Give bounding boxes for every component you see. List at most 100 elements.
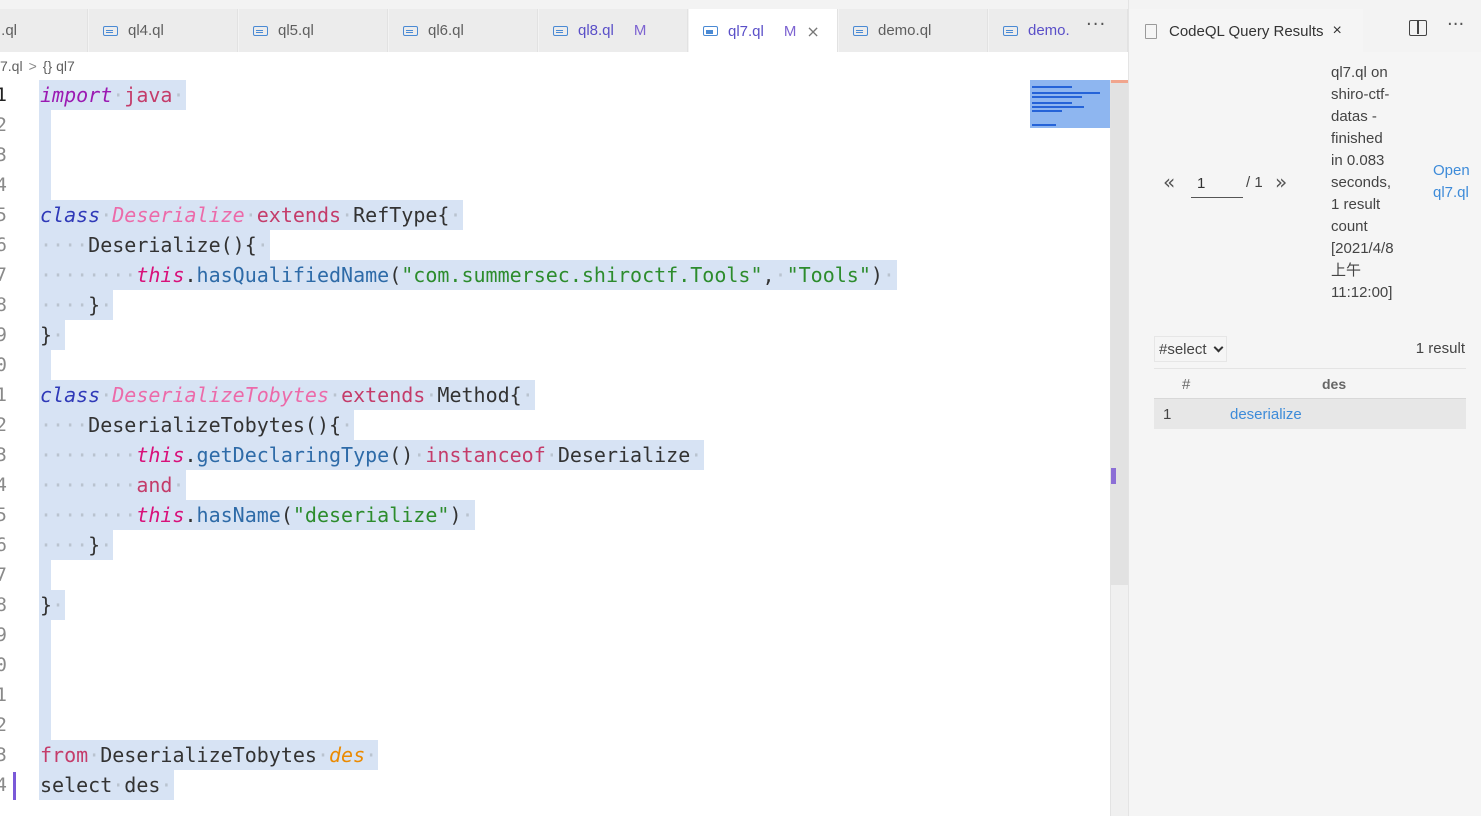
code-token: hasQualifiedName: [196, 263, 390, 287]
code-line[interactable]: 7: [0, 560, 1110, 590]
code-line[interactable]: 1: [0, 680, 1110, 710]
next-page-button[interactable]: »: [1275, 170, 1287, 194]
code-line[interactable]: 8 ····}·: [0, 290, 1110, 320]
editor-tab[interactable]: ql6.ql: [389, 9, 538, 52]
code-text: ····DeserializeTobytes(){·: [40, 410, 353, 440]
code-line[interactable]: 5 ········this.hasName("deserialize")·: [0, 500, 1110, 530]
code-line[interactable]: 2: [0, 110, 1110, 140]
whitespace-marker: ········: [40, 443, 137, 467]
breadcrumb[interactable]: 7.ql > {} ql7: [0, 56, 75, 76]
code-text: ········this.hasName("deserialize")·: [40, 500, 474, 530]
code-text: ········this.hasQualifiedName("com.summe…: [40, 260, 895, 290]
code-line[interactable]: 6 ····}·: [0, 530, 1110, 560]
table-header: # des: [1154, 368, 1466, 398]
code-token: from: [40, 743, 89, 767]
code-line[interactable]: 9: [0, 620, 1110, 650]
code-token: DeserializeTobytes(){: [88, 413, 342, 437]
codeql-file-icon: [403, 25, 418, 36]
code-line[interactable]: 5 class·Deserialize·extends·RefType{·: [0, 200, 1110, 230]
result-set-dropdown[interactable]: #select: [1154, 336, 1227, 362]
line-number: 5: [0, 504, 7, 526]
split-editor-icon[interactable]: [1409, 20, 1427, 36]
code-token: getDeclaringType: [196, 443, 390, 467]
vertical-scrollbar[interactable]: [1110, 80, 1128, 816]
code-editor[interactable]: 1 import·java· 2 3 4 5 class·Deserialize·exten…: [0, 80, 1110, 800]
more-tabs-icon[interactable]: ···: [1086, 14, 1106, 35]
page-number-input[interactable]: [1191, 170, 1243, 198]
code-line[interactable]: 0: [0, 650, 1110, 680]
code-line[interactable]: 4 select·des·: [0, 770, 1110, 800]
code-line[interactable]: 4: [0, 170, 1110, 200]
result-count: 1 result: [1415, 340, 1465, 357]
line-number: 9: [0, 324, 7, 346]
whitespace-marker: ····: [40, 293, 89, 317]
code-line[interactable]: 3: [0, 140, 1110, 170]
code-line[interactable]: 0: [0, 350, 1110, 380]
code-line[interactable]: 1 class·DeserializeTobytes·extends·Method…: [0, 380, 1110, 410]
editor-tab[interactable]: ql7.ql M ×: [689, 9, 838, 52]
minimap[interactable]: [1030, 80, 1110, 128]
code-token: (: [280, 503, 293, 527]
codeql-file-icon: [853, 25, 868, 36]
code-text: from·DeserializeTobytes·des·: [40, 740, 377, 770]
close-icon[interactable]: ×: [1333, 22, 1342, 40]
code-line[interactable]: 9}·: [0, 320, 1110, 350]
code-token: }: [40, 323, 53, 347]
code-line[interactable]: 4 ········and·: [0, 470, 1110, 500]
page-total: / 1: [1246, 174, 1263, 191]
previous-page-button[interactable]: «: [1163, 170, 1175, 194]
editor-tab[interactable]: .ql: [0, 9, 88, 52]
codeql-file-icon: [103, 25, 118, 36]
code-token: .: [184, 443, 197, 467]
result-link[interactable]: deserialize: [1230, 406, 1302, 423]
editor-tab[interactable]: ql8.ql M: [539, 9, 688, 52]
code-text: select·des·: [40, 770, 172, 800]
code-token: "deserialize": [292, 503, 450, 527]
code-line[interactable]: 2: [0, 710, 1110, 740]
code-token: extends: [341, 383, 426, 407]
code-line[interactable]: 7 ········this.hasQualifiedName("com.summ…: [0, 260, 1110, 290]
whitespace-marker: ·: [112, 773, 125, 797]
open-query-link[interactable]: Open ql7.ql: [1433, 160, 1478, 204]
scrollbar-thumb[interactable]: [1111, 80, 1128, 585]
column-header-des[interactable]: des: [1322, 376, 1346, 392]
whitespace-marker: ········: [40, 263, 137, 287]
code-token: (: [389, 263, 402, 287]
whitespace-marker: ·: [160, 773, 173, 797]
column-header-index[interactable]: #: [1182, 376, 1190, 393]
code-token: }: [40, 593, 53, 617]
code-text: class·DeserializeTobytes·extends·Method{…: [40, 380, 534, 410]
code-token: des: [329, 743, 366, 767]
code-token: java: [124, 83, 173, 107]
code-line[interactable]: 2 ····DeserializeTobytes(){·: [0, 410, 1110, 440]
breadcrumb-file[interactable]: 7.ql: [0, 58, 23, 74]
code-token: Deserialize: [112, 203, 245, 227]
more-actions-icon[interactable]: ···: [1447, 14, 1464, 35]
editor-tab[interactable]: demo.ql: [839, 9, 988, 52]
code-token: import: [40, 83, 113, 107]
editor-tab[interactable]: ql4.ql: [89, 9, 238, 52]
whitespace-marker: ·: [100, 293, 113, 317]
line-number: 4: [0, 174, 7, 196]
line-number: 5: [0, 204, 7, 226]
code-line[interactable]: 6 ····Deserialize(){·: [0, 230, 1110, 260]
code-line[interactable]: 3 ········this.getDeclaringType()·instanc…: [0, 440, 1110, 470]
table-row[interactable]: 1 deserialize: [1154, 398, 1466, 429]
close-icon[interactable]: ×: [806, 22, 819, 41]
results-tab-label: CodeQL Query Results: [1169, 22, 1324, 40]
whitespace-marker: ·: [52, 323, 65, 347]
line-number: 7: [0, 264, 7, 286]
scrollbar-top-marker: [1111, 80, 1128, 83]
editor-tab[interactable]: demo.: [989, 9, 1128, 52]
breadcrumb-symbol[interactable]: ql7: [56, 58, 75, 74]
code-line[interactable]: 1 import·java·: [0, 80, 1110, 110]
editor-tab[interactable]: ql5.ql: [239, 9, 388, 52]
code-token: this: [136, 503, 185, 527]
code-line[interactable]: 8}·: [0, 590, 1110, 620]
tab-label: ql7.ql: [728, 22, 764, 40]
whitespace-marker: ·: [316, 743, 330, 767]
code-line[interactable]: 3 from·DeserializeTobytes·des·: [0, 740, 1110, 770]
code-token: DeserializeTobytes: [112, 383, 330, 407]
tab-codeql-query-results[interactable]: CodeQL Query Results ×: [1129, 9, 1363, 53]
selection-highlight: [39, 680, 51, 710]
